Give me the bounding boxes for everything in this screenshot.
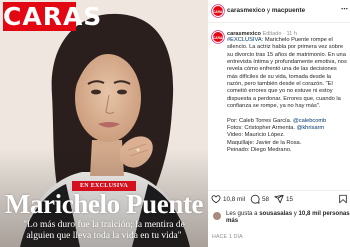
credit-author-label: Por: Caleb Torres García. (227, 117, 292, 124)
like-button[interactable]: 10,8 mil (211, 193, 245, 205)
cover-person-name: Marichelo Puente (4, 189, 204, 219)
comment-count: 58 (262, 195, 270, 203)
caras-logo: CARAS (3, 2, 103, 31)
account-avatar[interactable]: CARAS (212, 5, 224, 17)
caption-paragraph: #EXCLUSIVA: Marichelo Puente rompe el si… (227, 37, 348, 110)
share-button[interactable]: 15 (274, 193, 293, 205)
share-count: 15 (286, 195, 294, 203)
liked-by-avatar[interactable] (212, 211, 222, 221)
caption-paragraph-text: : Marichelo Puente rompe el silencio. La… (227, 37, 347, 110)
liked-by-conjunction: y (293, 210, 297, 217)
post-authors: carasmexico y macpuente (227, 7, 305, 15)
caption-area: CARAS carasmexico Editado · 11 h #EXCLUS… (208, 26, 350, 190)
save-button[interactable] (338, 193, 350, 205)
liked-by-text: Les gusta a sousasalas y 10,8 mil person… (226, 210, 350, 225)
credit-photos-label: Fotos: Cristopher Armenta. (227, 125, 295, 132)
comment-icon (250, 194, 260, 204)
liked-by-prefix: Les gusta a (226, 210, 258, 217)
collaborator-link[interactable]: macpuente (272, 7, 305, 14)
credit-author-handle[interactable]: @calebcomb (293, 118, 326, 124)
credit-hair: Peinado: Diego Medrano. (227, 147, 292, 154)
post-header: CARAS carasmexico y macpuente ⋯ (208, 0, 350, 20)
comment-button[interactable]: 58 (250, 193, 269, 205)
account-link[interactable]: carasmexico (227, 7, 265, 14)
heart-icon (211, 195, 221, 204)
credit-photos-handle[interactable]: @khrisarm (297, 125, 325, 131)
cover-quote: "Lo más duro fue la traición; la mentira… (23, 220, 185, 241)
credit-makeup: Maquillaje: Javier de la Rosa. (227, 139, 302, 146)
post-date: HACE 1 DÍA (212, 234, 243, 240)
credit-video: Video: Mauricio López. (227, 132, 285, 139)
caption-text: #EXCLUSIVA: Marichelo Puente rompe el si… (227, 37, 348, 155)
actions-divider (208, 190, 350, 191)
credit-photos: Fotos: Cristopher Armenta. @khrisarm (227, 125, 348, 132)
caption-avatar[interactable]: CARAS (212, 31, 224, 43)
post-panel: CARAS carasmexico y macpuente ⋯ CARAS ca… (208, 0, 350, 247)
like-count: 10,8 mil (223, 195, 246, 203)
hashtag-link[interactable]: #EXCLUSIVA (227, 37, 262, 43)
post-image[interactable]: CARAS EN EXCLUSIVA Marichelo Puente "Lo … (0, 0, 208, 247)
liked-by-user[interactable]: sousasalas (259, 210, 292, 217)
bookmark-icon (339, 194, 347, 204)
send-icon (274, 194, 284, 204)
credit-author: Por: Caleb Torres García. @calebcomb (227, 118, 348, 125)
liked-by: Les gusta a sousasalas y 10,8 mil person… (212, 210, 350, 228)
actions-row: 10,8 mil 58 15 (208, 192, 350, 206)
authors-connector: y (266, 7, 271, 14)
more-options-icon[interactable]: ⋯ (340, 6, 349, 14)
header-divider (208, 22, 350, 23)
